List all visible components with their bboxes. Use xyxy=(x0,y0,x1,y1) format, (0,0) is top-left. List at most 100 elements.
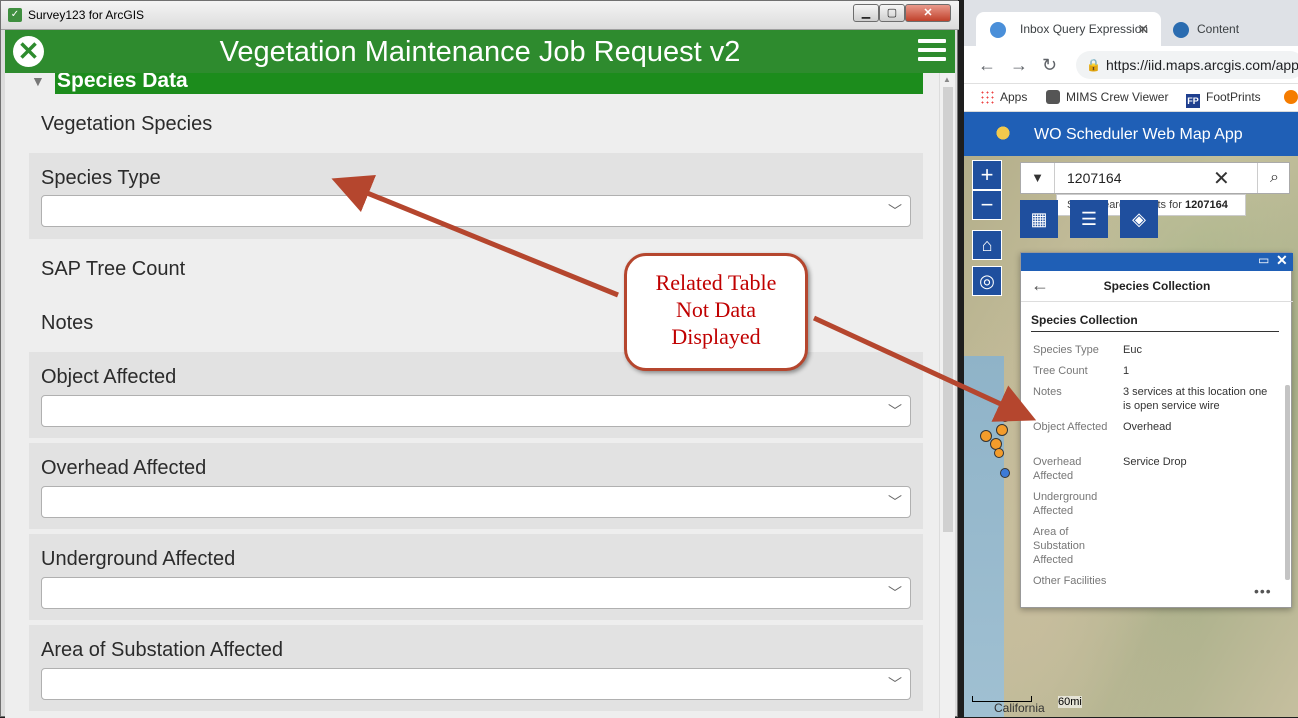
bookmark-label: Apps xyxy=(1000,90,1028,104)
field-label: Notes xyxy=(1033,386,1062,398)
bookmark-label: FootPrints xyxy=(1206,90,1261,104)
close-survey-icon[interactable]: ✕ xyxy=(13,36,44,67)
species-popup: ▭ ✕ ← Species Collection Species Collect… xyxy=(1020,252,1293,608)
bookmark-footprints[interactable]: FP FootPrints xyxy=(1186,90,1261,108)
address-bar: ← → ↻ 🔒 https://iid.maps.arcgis.com/app xyxy=(964,46,1298,84)
species-type-dropdown[interactable]: ﹀ xyxy=(41,195,911,227)
field-value: 1 xyxy=(1123,365,1130,377)
scale-label: 60mi xyxy=(1058,696,1082,708)
map-marker[interactable] xyxy=(996,424,1008,436)
zoom-out-button[interactable]: − xyxy=(972,190,1002,220)
object-affected-dropdown[interactable]: ﹀ xyxy=(41,395,911,427)
lock-icon: 🔒 xyxy=(1086,58,1101,72)
search-widget: ▼ 1207164 ✕ ⌕ xyxy=(1020,162,1290,194)
more-options-icon[interactable]: ••• xyxy=(1254,583,1272,599)
reload-icon[interactable]: ↻ xyxy=(1042,55,1057,76)
scroll-up-icon[interactable]: ▲ xyxy=(943,75,951,84)
map-marker[interactable] xyxy=(1000,412,1010,422)
search-source-dropdown[interactable]: ▼ xyxy=(1021,163,1055,193)
close-icon[interactable]: ✕ xyxy=(1276,252,1288,269)
clear-search-icon[interactable]: ✕ xyxy=(1213,166,1230,191)
basemap-gallery-icon[interactable]: ▦ xyxy=(1020,200,1058,238)
search-input[interactable]: 1207164 xyxy=(1067,170,1122,186)
search-hint-value: 1207164 xyxy=(1185,199,1228,211)
map-marker[interactable] xyxy=(1000,468,1010,478)
search-icon[interactable]: ⌕ xyxy=(1257,163,1291,193)
field-label: Other Facilities xyxy=(1033,575,1107,587)
popup-title: Species Collection xyxy=(1103,279,1211,293)
field-label: Overhead Affected xyxy=(1033,456,1082,482)
field-label: Species Type xyxy=(1033,344,1099,356)
survey-title: Vegetation Maintenance Job Request v2 xyxy=(219,36,741,68)
tab-label: Inbox Query Expression xyxy=(1020,22,1149,36)
browser-tab-inbox[interactable]: Inbox Query Expression ✕ xyxy=(976,12,1161,46)
scroll-thumb[interactable] xyxy=(943,87,953,532)
question-notes-label: Notes xyxy=(41,312,94,334)
field-value: 3 services at this location one is open … xyxy=(1123,386,1268,412)
tab-label: Content xyxy=(1197,22,1240,36)
question-sap-tree-count-label: SAP Tree Count xyxy=(41,258,186,280)
field-label: Tree Count xyxy=(1033,365,1088,377)
chevron-down-icon: ﹀ xyxy=(888,585,902,601)
field-value: Euc xyxy=(1123,344,1142,356)
popup-scrollbar[interactable] xyxy=(1285,385,1290,580)
map-app-title: WO Scheduler Web Map App xyxy=(1034,126,1243,143)
chevron-down-icon: ﹀ xyxy=(888,494,902,510)
bookmark-apps[interactable]: Apps xyxy=(980,90,1027,104)
forward-icon[interactable]: → xyxy=(1010,55,1028,76)
url-input[interactable]: 🔒 https://iid.maps.arcgis.com/app xyxy=(1076,51,1298,79)
callout-line: Not Data xyxy=(675,297,757,322)
apps-grid-icon xyxy=(980,90,994,104)
field-value: Service Drop xyxy=(1123,456,1187,468)
hamburger-menu-icon[interactable] xyxy=(918,39,946,63)
locate-icon[interactable]: ◎ xyxy=(972,266,1002,296)
map-view[interactable]: + − ⌂ ◎ ▼ 1207164 ✕ ⌕ Show search result… xyxy=(964,156,1298,717)
overhead-affected-dropdown[interactable]: ﹀ xyxy=(41,486,911,518)
globe-icon xyxy=(1173,22,1189,38)
maximize-icon[interactable]: ▭ xyxy=(1258,253,1269,267)
annotation-callout: Related Table Not Data Displayed xyxy=(624,253,808,371)
browser-window: Inbox Query Expression ✕ Content ← → ↻ 🔒… xyxy=(964,0,1298,717)
layers-icon[interactable]: ◈ xyxy=(1120,200,1158,238)
close-tab-icon[interactable]: ✕ xyxy=(1137,12,1149,46)
url-text: https://iid.maps.arcgis.com/app xyxy=(1106,57,1298,73)
divider xyxy=(1021,301,1293,302)
bookmark-label: MIMS Crew Viewer xyxy=(1066,90,1169,104)
zoom-in-button[interactable]: + xyxy=(972,160,1002,190)
field-label: Object Affected xyxy=(1033,421,1108,433)
bookmarks-bar: Apps MIMS Crew Viewer FP FootPrints xyxy=(964,84,1298,112)
legend-icon[interactable]: ☰ xyxy=(1070,200,1108,238)
survey123-app-icon: ✓ xyxy=(8,8,22,22)
back-icon[interactable]: ← xyxy=(978,55,996,76)
minimize-button[interactable]: ▁ xyxy=(853,4,879,22)
window-title: Survey123 for ArcGIS xyxy=(28,8,145,22)
map-marker[interactable] xyxy=(994,448,1004,458)
window-close-button[interactable]: ✕ xyxy=(905,4,951,22)
extension-icon[interactable] xyxy=(1284,90,1298,104)
ocean-area xyxy=(964,356,1004,717)
truck-icon xyxy=(1046,90,1060,104)
area-of-substation-dropdown[interactable]: ﹀ xyxy=(41,668,911,700)
browser-tab-content[interactable]: Content xyxy=(1163,12,1298,46)
divider xyxy=(1031,331,1279,332)
maximize-button[interactable]: ▢ xyxy=(879,4,905,22)
bookmark-mims-crew-viewer[interactable]: MIMS Crew Viewer xyxy=(1046,90,1168,104)
window-titlebar[interactable]: ✓ Survey123 for ArcGIS ▁ ▢ ✕ xyxy=(1,1,959,30)
footprints-icon: FP xyxy=(1186,94,1200,108)
popup-layer-title: Species Collection xyxy=(1031,313,1138,327)
collapse-arrow-icon[interactable]: ▼ xyxy=(31,73,45,89)
map-place-label: California xyxy=(994,701,1045,715)
app-logo-icon xyxy=(990,120,1016,146)
chevron-down-icon: ﹀ xyxy=(888,203,902,219)
popup-titlebar: ▭ ✕ xyxy=(1021,252,1293,271)
group-header-species-data[interactable]: Species Data xyxy=(55,73,923,94)
home-icon[interactable]: ⌂ xyxy=(972,230,1002,260)
question-vegetation-species-label: Vegetation Species xyxy=(41,113,213,135)
underground-affected-dropdown[interactable]: ﹀ xyxy=(41,577,911,609)
survey-form: ▼ Species Data Vegetation Species Specie… xyxy=(5,73,939,718)
question-overhead-affected-label: Overhead Affected xyxy=(41,457,207,479)
survey-header: ✕ Vegetation Maintenance Job Request v2 xyxy=(5,30,955,73)
callout-line: Displayed xyxy=(671,324,761,349)
survey123-window: ✓ Survey123 for ArcGIS ▁ ▢ ✕ ✕ Vegetatio… xyxy=(0,0,959,718)
form-scrollbar[interactable]: ▲ xyxy=(939,73,955,718)
